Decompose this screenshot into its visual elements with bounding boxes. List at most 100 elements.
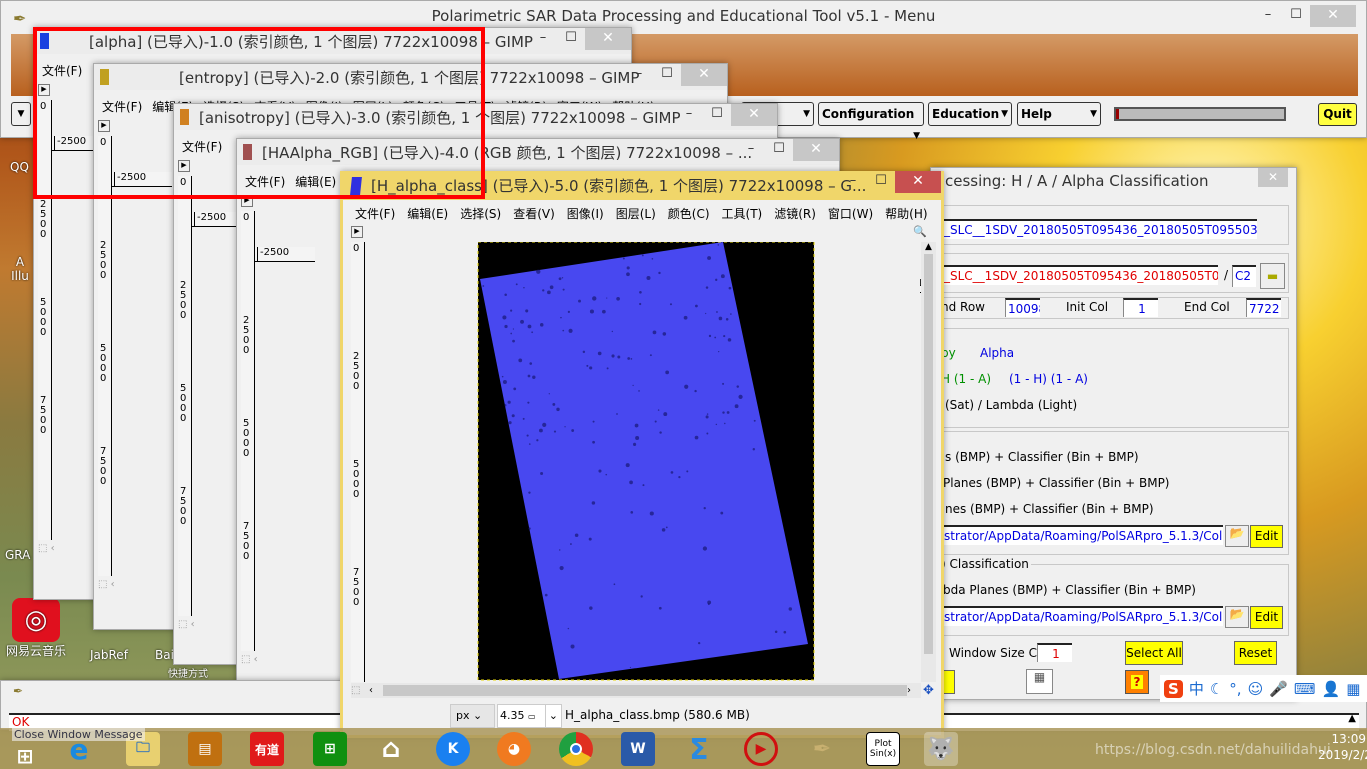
punctuation-icon[interactable]: °, xyxy=(1229,680,1241,698)
reset-button[interactable]: Reset xyxy=(1234,641,1277,665)
close-button[interactable]: ✕ xyxy=(895,171,941,193)
microphone-icon[interactable]: 🎤 xyxy=(1269,680,1288,698)
window-size-col-field[interactable]: 1 xyxy=(1037,643,1072,662)
menu-item[interactable]: 文件(F) xyxy=(355,205,395,222)
desktop-icon-bai[interactable]: Bai xyxy=(155,648,174,662)
menu-item[interactable]: 编辑(E) xyxy=(407,205,448,222)
close-button[interactable]: ✕ xyxy=(585,28,631,50)
folder-open-button[interactable]: ▬ xyxy=(1260,263,1285,289)
process-menu-dropdown[interactable]: ▼ xyxy=(11,102,31,126)
home-icon[interactable]: ⌂ xyxy=(374,732,408,766)
start-button[interactable]: ⊞ xyxy=(8,744,42,768)
notes-app-icon[interactable]: ▤ xyxy=(188,732,222,766)
moon-icon[interactable]: ☾ xyxy=(1210,680,1223,698)
maximize-button[interactable]: ☐ xyxy=(1282,5,1310,27)
user-icon[interactable]: 👤 xyxy=(1322,680,1341,698)
menu-item[interactable]: 查看(V) xyxy=(513,205,555,222)
store-icon[interactable]: ⊞ xyxy=(313,732,347,766)
maximize-button[interactable]: ☐ xyxy=(557,28,585,50)
scrollbar-thumb[interactable] xyxy=(924,254,933,654)
desktop-icon-netease-music[interactable]: ◎ 网易云音乐 xyxy=(6,598,66,659)
plot-app-icon[interactable]: Plot Sin(x) xyxy=(866,732,900,766)
scrollbar-thumb[interactable] xyxy=(383,685,907,696)
desktop-icon-gra[interactable]: GRA xyxy=(5,548,30,562)
select-all-button[interactable]: Select All xyxy=(1125,641,1183,665)
edit-colormap-button[interactable]: Edit xyxy=(1250,525,1283,548)
grid-icon[interactable]: ▦ xyxy=(1346,680,1360,698)
word-icon[interactable]: W xyxy=(621,732,655,766)
emoji-icon[interactable]: ☺ xyxy=(1248,680,1264,698)
output-subdir-field[interactable]: C2 xyxy=(1232,265,1256,287)
unit-select[interactable]: px ⌄ xyxy=(450,704,495,728)
scroll-left-icon[interactable]: ‹ xyxy=(369,685,383,696)
configuration-menu[interactable]: Configuration ▼ xyxy=(818,102,924,141)
navigate-icon[interactable]: ⬚ ‹ xyxy=(38,543,55,554)
menu-item[interactable]: 滤镜(R) xyxy=(774,205,816,222)
output-dir-field[interactable]: _SLC__1SDV_20180505T095436_20180505T0955… xyxy=(941,265,1218,285)
scroll-right-icon[interactable]: › xyxy=(907,685,921,696)
close-button[interactable]: ✕ xyxy=(1310,5,1356,27)
minimize-button[interactable]: – xyxy=(737,139,765,161)
folder-open-button[interactable]: 📂 xyxy=(1225,606,1249,628)
edit-colormap-button-2[interactable]: Edit xyxy=(1250,606,1283,629)
youdao-icon[interactable]: 有道 xyxy=(250,732,284,766)
planes-option-2[interactable]: Planes (BMP) + Classifier (Bin + BMP) xyxy=(943,476,1169,490)
navigate-icon[interactable]: ⬚ ‹ xyxy=(98,579,115,590)
browser-icon[interactable]: ◕ xyxy=(497,732,531,766)
desktop-icon-illustrator[interactable]: A Illu xyxy=(8,255,32,283)
maximize-button[interactable]: ☐ xyxy=(867,171,895,193)
desktop-icon-qq[interactable]: QQ xyxy=(10,160,29,174)
kugou-icon[interactable]: K xyxy=(436,732,470,766)
minimize-button[interactable]: – xyxy=(839,171,867,193)
minimize-button[interactable]: – xyxy=(675,104,703,126)
menu-item[interactable]: 图层(L) xyxy=(616,205,656,222)
help-button[interactable]: ? xyxy=(1125,670,1149,694)
zoom-navigate-icon[interactable]: 🔍 xyxy=(913,225,927,238)
menu-item[interactable]: 选择(S) xyxy=(460,205,501,222)
desktop-icon-jabref[interactable]: JabRef xyxy=(90,648,128,662)
quit-button[interactable]: Quit xyxy=(1318,103,1357,126)
end-row-field[interactable]: 10098 xyxy=(1005,298,1040,317)
input-dir-field[interactable]: _SLC__1SDV_20180505T095436_20180505T0955… xyxy=(941,219,1257,239)
menu-item[interactable]: 图像(I) xyxy=(567,205,604,222)
close-button[interactable]: ✕ xyxy=(1258,168,1288,187)
maximize-button[interactable]: ☐ xyxy=(703,104,731,126)
move-navigate-icon[interactable]: ✥ xyxy=(923,683,934,698)
close-button[interactable]: ✕ xyxy=(731,104,777,126)
folder-open-button[interactable]: 📂 xyxy=(1225,525,1249,547)
education-menu[interactable]: Education ▼ xyxy=(928,102,1012,126)
param-h-1-a[interactable]: H (1 - A) xyxy=(941,372,991,386)
clock[interactable]: 13:09 2019/2/22 xyxy=(1318,731,1367,763)
menu-item[interactable]: 工具(T) xyxy=(722,205,763,222)
help-menu[interactable]: Help ▼ xyxy=(1017,102,1101,126)
colormap-path-field[interactable]: strator/AppData/Roaming/PolSARpro_5.1.3/… xyxy=(941,525,1223,545)
planes-option-1[interactable]: s (BMP) + Classifier (Bin + BMP) xyxy=(945,450,1139,464)
close-button[interactable]: ✕ xyxy=(681,64,727,86)
horizontal-scrollbar[interactable]: ⬚ ‹ › xyxy=(351,683,921,698)
scroll-up-icon[interactable]: ▲ xyxy=(1348,713,1356,724)
init-col-field[interactable]: 1 xyxy=(1123,298,1158,317)
menu-item[interactable]: 颜色(C) xyxy=(668,205,710,222)
param-alpha[interactable]: Alpha xyxy=(980,346,1014,360)
zoom-select[interactable]: 4.35 ▭ ⌄ xyxy=(497,704,562,728)
chrome-icon[interactable] xyxy=(559,732,593,766)
sogou-icon[interactable]: S xyxy=(1164,679,1183,698)
ime-mode[interactable]: 中 xyxy=(1189,678,1204,699)
maximize-button[interactable]: ☐ xyxy=(653,64,681,86)
maximize-button[interactable]: ☐ xyxy=(765,139,793,161)
end-col-field[interactable]: 7722 xyxy=(1246,298,1281,317)
navigate-icon[interactable]: ⬚ ‹ xyxy=(241,654,258,665)
image-canvas[interactable] xyxy=(366,242,920,682)
menu-item[interactable]: 帮助(H) xyxy=(885,205,927,222)
scroll-up-icon[interactable]: ▲ xyxy=(921,242,936,252)
media-player-icon[interactable]: ▶ xyxy=(744,732,778,766)
minimize-button[interactable]: – xyxy=(1254,5,1282,27)
minimize-button[interactable]: – xyxy=(529,28,557,50)
param-sat-lambda[interactable]: (Sat) / Lambda (Light) xyxy=(945,398,1077,412)
menu-item[interactable]: 窗口(W) xyxy=(828,205,873,222)
param-1-h-1-a[interactable]: (1 - H) (1 - A) xyxy=(1009,372,1088,386)
planes-option-3[interactable]: nes (BMP) + Classifier (Bin + BMP) xyxy=(945,502,1154,516)
colormap-path-field-2[interactable]: strator/AppData/Roaming/PolSARpro_5.1.3/… xyxy=(941,606,1223,626)
navigate-icon[interactable]: ⬚ xyxy=(351,685,369,696)
sigma-app-icon[interactable]: Σ xyxy=(682,732,716,766)
